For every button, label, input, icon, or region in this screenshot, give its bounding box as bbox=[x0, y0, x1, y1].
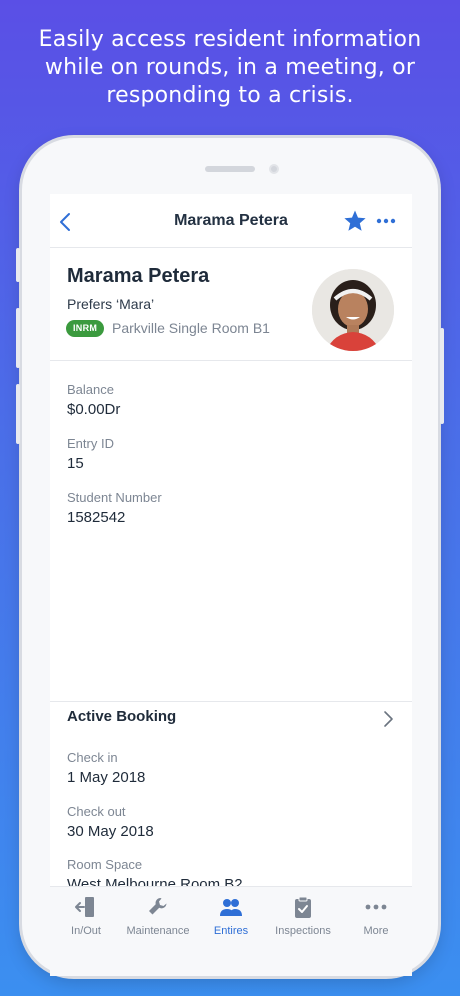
resident-profile-header: Marama Petera Prefers ‘Mara’ INRM Parkvi… bbox=[50, 249, 412, 361]
balance-value: $0.00Dr bbox=[67, 401, 121, 418]
ellipsis-icon[interactable] bbox=[376, 218, 396, 224]
front-camera bbox=[269, 164, 279, 174]
tab-entires[interactable]: Entires bbox=[195, 887, 267, 947]
volume-up-button bbox=[16, 308, 20, 368]
check-in-label: Check in bbox=[67, 750, 118, 765]
people-icon bbox=[220, 899, 242, 916]
tab-inspections[interactable]: Inspections bbox=[267, 887, 339, 947]
entry-id-value: 15 bbox=[67, 455, 84, 472]
power-button bbox=[440, 328, 444, 424]
star-icon[interactable] bbox=[343, 209, 367, 233]
check-out-value: 30 May 2018 bbox=[67, 823, 154, 840]
tab-more[interactable]: More bbox=[340, 887, 412, 947]
wrench-icon bbox=[149, 898, 167, 915]
tagline-line-2: while on rounds, in a meeting, or bbox=[44, 55, 416, 80]
marketing-tagline: Easily access resident information while… bbox=[0, 26, 460, 110]
tab-label: Maintenance bbox=[126, 925, 190, 937]
preferred-name: Prefers ‘Mara’ bbox=[67, 296, 155, 312]
tagline-line-3: responding to a crisis. bbox=[106, 83, 354, 108]
balance-label: Balance bbox=[67, 382, 114, 397]
speaker-grille bbox=[205, 166, 255, 172]
tab-label: More bbox=[363, 925, 389, 937]
resident-photo bbox=[312, 269, 394, 351]
check-out-label: Check out bbox=[67, 804, 126, 819]
clipboard-check-icon bbox=[295, 896, 311, 918]
section-divider bbox=[50, 701, 412, 702]
tab-in-out[interactable]: In/Out bbox=[50, 887, 122, 947]
room-space-label: Room Space bbox=[67, 857, 143, 872]
student-number-label: Student Number bbox=[67, 490, 162, 505]
tab-maintenance[interactable]: Maintenance bbox=[122, 887, 194, 947]
active-booking-title[interactable]: Active Booking bbox=[67, 708, 176, 725]
ellipsis-icon bbox=[365, 904, 387, 910]
tagline-line-1: Easily access resident information bbox=[38, 27, 422, 52]
door-exit-icon bbox=[75, 897, 94, 917]
resident-room: Parkville Single Room B1 bbox=[112, 320, 270, 336]
entry-id-label: Entry ID bbox=[67, 436, 114, 451]
tab-label: Inspections bbox=[275, 925, 331, 937]
student-number-value: 1582542 bbox=[67, 509, 126, 526]
status-badge: INRM bbox=[66, 320, 105, 337]
avatar bbox=[312, 269, 394, 351]
chevron-right-icon[interactable] bbox=[382, 710, 394, 728]
mute-switch bbox=[16, 248, 20, 282]
app-screen: Marama Petera Marama Petera Prefers ‘Mar… bbox=[50, 194, 412, 976]
check-in-value: 1 May 2018 bbox=[67, 769, 146, 786]
phone-frame: Marama Petera Marama Petera Prefers ‘Mar… bbox=[16, 138, 444, 976]
tab-bar: In/Out Maintenance Entires Inspections M… bbox=[50, 886, 412, 976]
volume-down-button bbox=[16, 384, 20, 444]
resident-name: Marama Petera bbox=[67, 265, 210, 287]
navigation-bar: Marama Petera bbox=[50, 194, 412, 248]
